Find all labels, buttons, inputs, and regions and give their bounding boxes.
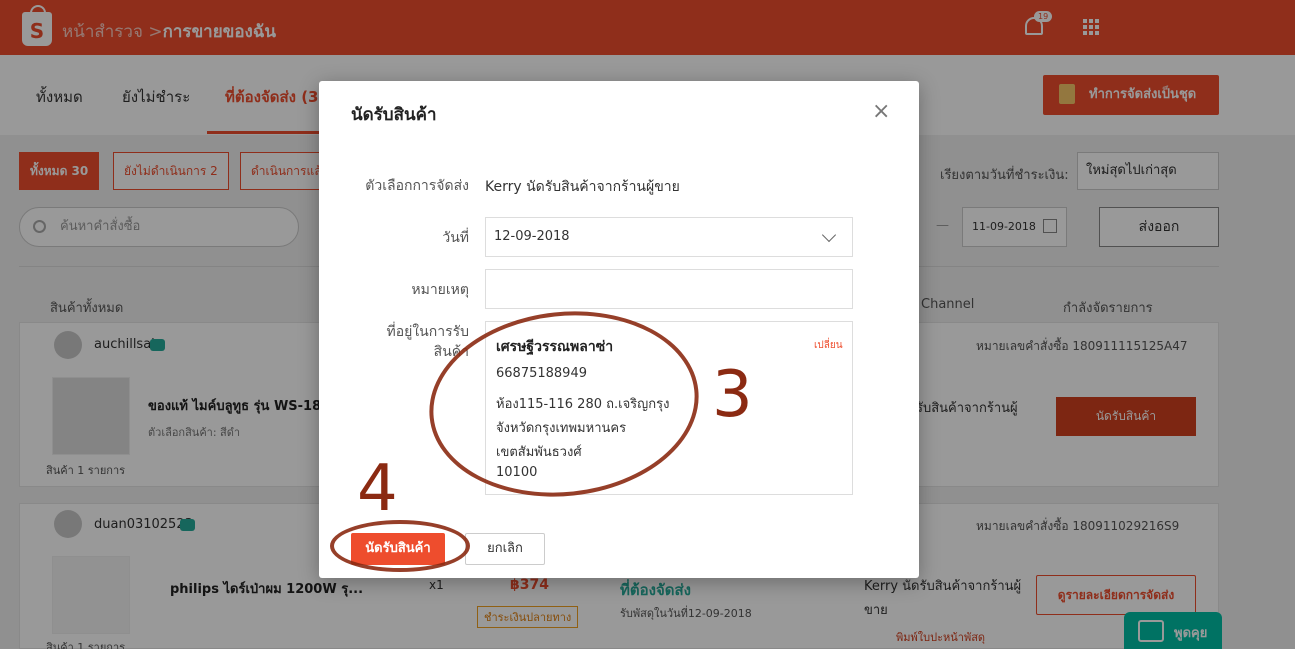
- annotation-step-4: 4: [357, 452, 398, 526]
- shipping-option-label: ตัวเลือกการจัดส่ง: [365, 178, 469, 194]
- change-address-link[interactable]: เปลี่ยน: [814, 338, 843, 353]
- address-label: ที่อยู่ในการรับ: [386, 324, 469, 340]
- shipping-option-value: Kerry นัดรับสินค้าจากร้านผู้ขาย: [485, 179, 680, 195]
- pickup-date-value: 12-09-2018: [494, 229, 570, 244]
- annotation-ring-confirm: [330, 520, 470, 572]
- annotation-step-3: 3: [712, 358, 753, 432]
- pickup-date-select[interactable]: 12-09-2018: [485, 217, 853, 257]
- chevron-down-icon: [821, 227, 837, 243]
- close-icon[interactable]: ×: [872, 99, 890, 124]
- address-label-cont: สินค้า: [433, 344, 469, 360]
- date-label: วันที่: [442, 230, 469, 246]
- note-input[interactable]: [485, 269, 853, 309]
- dialog-title: นัดรับสินค้า: [351, 105, 437, 125]
- cancel-button[interactable]: ยกเลิก: [465, 533, 545, 565]
- note-label: หมายเหตุ: [411, 282, 469, 298]
